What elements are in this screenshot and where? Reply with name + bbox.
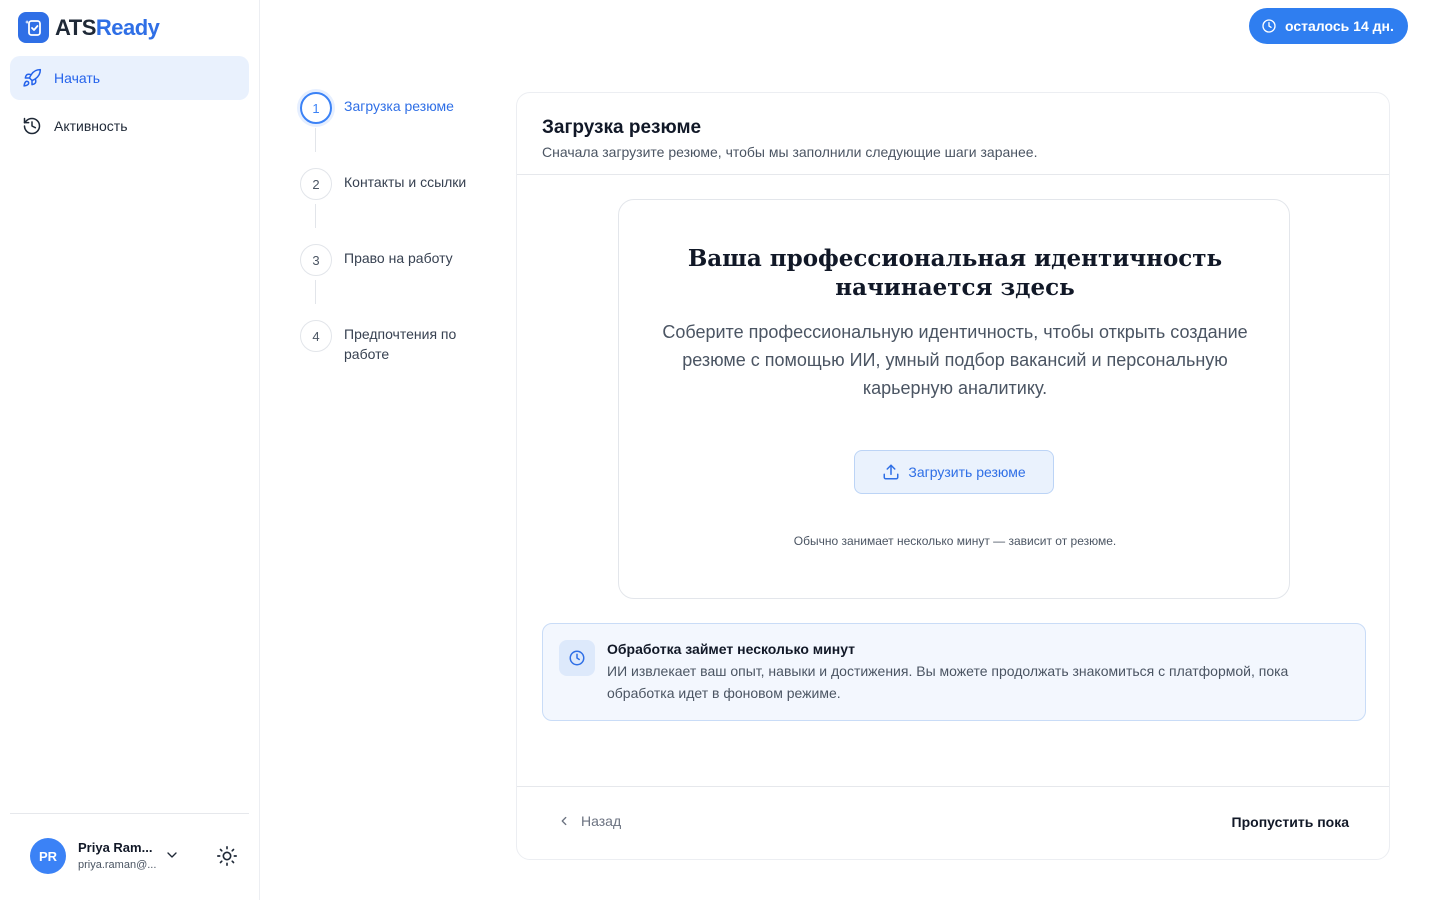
upload-heading: Ваша профессиональная идентичность начин… [687,245,1223,301]
upload-resume-card: Загрузка резюме Сначала загрузите резюме… [516,92,1390,860]
step-connector [315,204,316,228]
info-icon-wrapper [559,640,595,676]
sidebar: ATSReady Начать Активность PR Priya Ram.… [0,0,260,900]
avatar: PR [30,838,66,874]
step-connector [315,128,316,152]
sidebar-item-activity[interactable]: Активность [10,104,249,148]
info-text: ИИ извлекает ваш опыт, навыки и достижен… [607,663,1289,701]
footer-divider [517,786,1389,787]
trial-label: осталось 14 дн. [1285,18,1394,34]
step-label: Предпочтения по работе [344,326,457,362]
sun-icon[interactable] [216,845,238,867]
back-button[interactable]: Назад [557,813,621,829]
history-icon [23,117,41,135]
step-number: 3 [300,244,332,276]
app-logo[interactable]: ATSReady [18,12,160,43]
trial-badge[interactable]: осталось 14 дн. [1249,8,1408,44]
user-name: Priya Ram... [78,840,153,855]
step-connector [315,280,316,304]
step-work-preferences[interactable]: 4 Предпочтения по работе [300,320,500,364]
skip-button[interactable]: Пропустить пока [1232,814,1349,830]
logo-text: ATSReady [55,14,160,40]
step-label: Право на работу [344,250,453,266]
step-work-authorization[interactable]: 3 Право на работу [300,244,500,276]
logo-mark-icon [18,12,49,43]
step-contacts-links[interactable]: 2 Контакты и ссылки [300,168,500,200]
chevron-down-icon[interactable] [164,847,180,863]
user-info: Priya Ram... priya.raman@... [78,839,156,873]
info-title: Обработка займет несколько минут [607,641,856,657]
step-upload-resume[interactable]: 1 Загрузка резюме [300,92,500,124]
sidebar-divider [10,813,249,814]
step-number: 2 [300,168,332,200]
step-label: Загрузка резюме [344,98,454,114]
sidebar-item-label: Активность [54,118,128,134]
rocket-icon [23,68,42,87]
upload-note: Обычно занимает несколько минут — зависи… [793,534,1117,548]
upload-dropzone[interactable]: Ваша профессиональная идентичность начин… [618,199,1290,599]
page-title: Загрузка резюме [542,117,702,138]
upload-description: Соберите профессиональную идентичность, … [662,322,1248,398]
step-number: 4 [300,320,332,352]
clock-icon [1262,19,1276,33]
step-label: Контакты и ссылки [344,174,467,190]
page-subtitle: Сначала загрузите резюме, чтобы мы запол… [542,144,1038,160]
upload-resume-button[interactable]: Загрузить резюме [854,450,1054,494]
back-button-label: Назад [581,813,622,829]
user-menu[interactable]: PR Priya Ram... priya.raman@... [30,838,156,874]
step-number: 1 [300,92,332,124]
chevron-left-icon [561,816,567,826]
clock-icon [569,650,585,666]
card-divider [517,174,1389,175]
user-email: priya.raman@... [78,859,157,871]
sidebar-item-start[interactable]: Начать [10,56,249,100]
processing-info-box: Обработка займет несколько минут ИИ извл… [542,623,1366,721]
upload-button-label: Загрузить резюме [908,464,1026,480]
upload-icon [883,464,899,480]
sidebar-item-label: Начать [54,70,101,86]
